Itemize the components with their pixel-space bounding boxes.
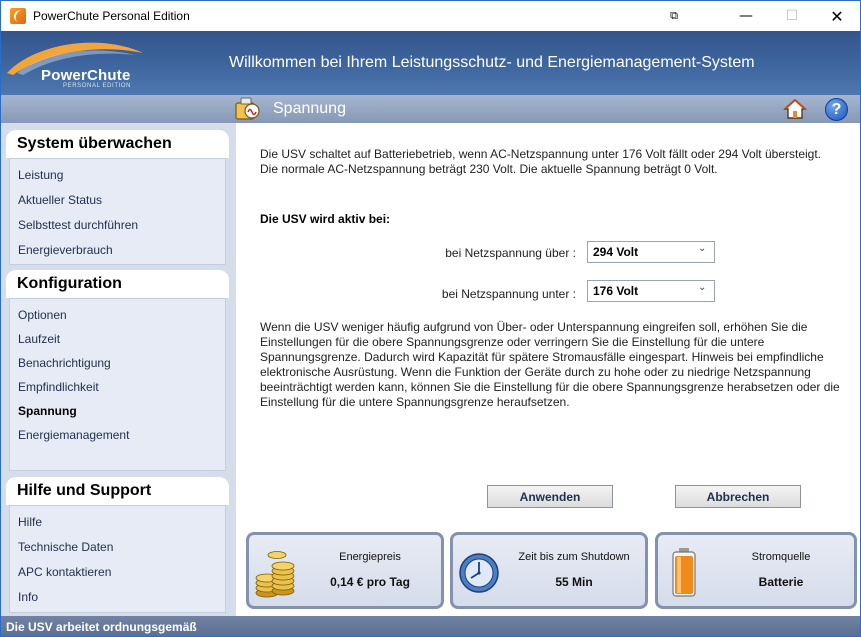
energy-price-label: Energiepreis bbox=[339, 551, 401, 563]
lower-voltage-label: bei Netzspannung unter : bbox=[441, 287, 576, 301]
restore-layout-icon[interactable]: ⧉ bbox=[651, 1, 697, 31]
sidebar-section-system-monitoring: System überwachen bbox=[6, 130, 229, 158]
sidebar-item-optionen[interactable]: Optionen bbox=[18, 308, 67, 322]
sidebar-item-aktueller-status[interactable]: Aktueller Status bbox=[18, 193, 102, 207]
energy-price-card: Energiepreis 0,14 € pro Tag bbox=[246, 532, 444, 609]
app-window: PowerChute Personal Edition ⧉ — ☐ ✕ Powe… bbox=[0, 0, 861, 637]
sidebar-item-info[interactable]: Info bbox=[18, 590, 38, 604]
sidebar: System überwachen Leistung Aktueller Sta… bbox=[1, 123, 236, 616]
lower-voltage-select[interactable]: 176 Volt ⌄ bbox=[587, 280, 715, 302]
sidebar-item-selbsttest[interactable]: Selbsttest durchführen bbox=[18, 218, 138, 232]
minimize-button[interactable]: — bbox=[723, 1, 769, 31]
sidebar-item-spannung[interactable]: Spannung bbox=[18, 404, 77, 418]
page-title: Spannung bbox=[273, 100, 346, 117]
cancel-button[interactable]: Abbrechen bbox=[675, 485, 801, 508]
help-icon[interactable]: ? bbox=[825, 98, 848, 121]
active-heading: Die USV wird aktiv bei: bbox=[260, 212, 391, 226]
upper-voltage-select[interactable]: 294 Volt ⌄ bbox=[587, 241, 715, 263]
app-icon bbox=[10, 8, 26, 24]
chevron-down-icon: ⌄ bbox=[698, 243, 707, 254]
battery-icon bbox=[672, 548, 696, 597]
sidebar-section-help-support: Hilfe und Support bbox=[6, 477, 229, 505]
status-bar: Die USV arbeitet ordnungsgemäß bbox=[1, 616, 860, 636]
upper-voltage-value: 294 Volt bbox=[593, 245, 639, 259]
power-source-label: Stromquelle bbox=[751, 551, 811, 563]
shutdown-time-label: Zeit bis zum Shutdown bbox=[518, 551, 630, 563]
page-header: Spannung ? bbox=[1, 95, 860, 123]
logo-subtitle: PERSONAL EDITION bbox=[63, 83, 132, 89]
clock-icon bbox=[459, 553, 499, 593]
sidebar-item-benachrichtigung[interactable]: Benachrichtigung bbox=[18, 356, 111, 370]
main-content: Die USV schaltet auf Batteriebetrieb, we… bbox=[236, 123, 860, 616]
sidebar-item-leistung[interactable]: Leistung bbox=[18, 168, 63, 182]
close-button[interactable]: ✕ bbox=[814, 1, 860, 31]
sidebar-item-technische-daten[interactable]: Technische Daten bbox=[18, 540, 113, 554]
sidebar-item-energiemanagement[interactable]: Energiemanagement bbox=[18, 428, 129, 442]
sidebar-section-configuration: Konfiguration bbox=[6, 270, 229, 298]
upper-voltage-label: bei Netzspannung über : bbox=[445, 246, 576, 260]
title-bar: PowerChute Personal Edition ⧉ — ☐ ✕ bbox=[1, 1, 860, 31]
apply-button[interactable]: Anwenden bbox=[487, 485, 613, 508]
sidebar-item-energieverbrauch[interactable]: Energieverbrauch bbox=[18, 243, 113, 257]
power-source-card: Stromquelle Batterie bbox=[655, 532, 857, 609]
maximize-button[interactable]: ☐ bbox=[769, 1, 815, 31]
window-title: PowerChute Personal Edition bbox=[33, 9, 190, 23]
shutdown-time-card: Zeit bis zum Shutdown 55 Min bbox=[450, 532, 648, 609]
shutdown-time-value: 55 Min bbox=[555, 575, 593, 589]
power-source-value: Batterie bbox=[758, 575, 804, 589]
sidebar-item-laufzeit[interactable]: Laufzeit bbox=[18, 332, 60, 346]
lower-voltage-value: 176 Volt bbox=[593, 284, 639, 298]
intro-text: Die USV schaltet auf Batteriebetrieb, we… bbox=[260, 147, 822, 176]
energy-price-value: 0,14 € pro Tag bbox=[330, 575, 410, 589]
sidebar-item-empfindlichkeit[interactable]: Empfindlichkeit bbox=[18, 380, 99, 394]
chevron-down-icon: ⌄ bbox=[698, 282, 707, 293]
coins-icon bbox=[255, 551, 295, 598]
sidebar-item-hilfe[interactable]: Hilfe bbox=[18, 515, 42, 529]
header-title: Willkommen bei Ihrem Leistungsschutz- un… bbox=[229, 54, 755, 71]
home-icon[interactable] bbox=[783, 98, 807, 120]
logo-text: PowerChute bbox=[41, 67, 131, 84]
sidebar-item-apc-kontaktieren[interactable]: APC kontaktieren bbox=[18, 565, 111, 579]
voltage-meter-icon bbox=[235, 97, 260, 120]
app-header: PowerChute PERSONAL EDITION Willkommen b… bbox=[1, 31, 860, 95]
explanation-text: Wenn die USV weniger häufig aufgrund von… bbox=[260, 320, 840, 409]
